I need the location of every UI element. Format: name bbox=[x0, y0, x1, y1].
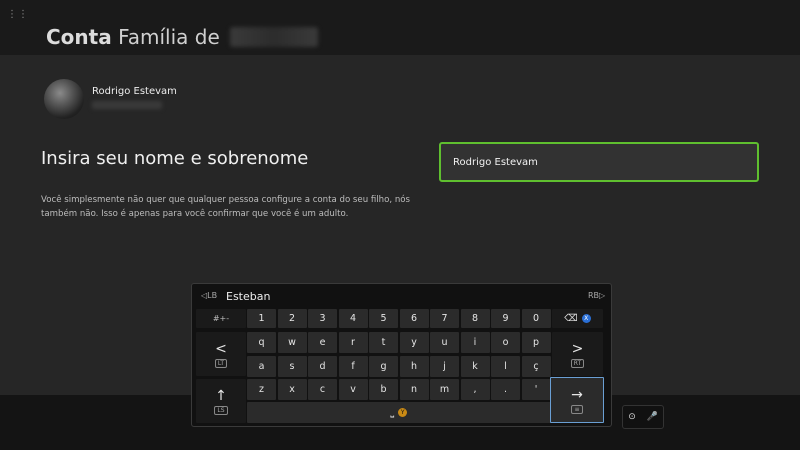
cursor-right-key[interactable]: > RT bbox=[552, 332, 603, 376]
key-w[interactable]: w bbox=[277, 332, 307, 353]
key-e[interactable]: e bbox=[308, 332, 337, 353]
full-name-input[interactable] bbox=[439, 142, 759, 182]
key-ç[interactable]: ç bbox=[521, 355, 551, 377]
key-8[interactable]: 8 bbox=[460, 309, 490, 328]
key-apostrophe[interactable]: ' bbox=[521, 379, 551, 400]
key-7[interactable]: 7 bbox=[430, 309, 459, 328]
x-button-badge: X bbox=[581, 314, 591, 323]
backspace-icon: ⌫ bbox=[564, 313, 578, 324]
key-c[interactable]: c bbox=[308, 379, 337, 400]
key-s[interactable]: s bbox=[277, 355, 307, 377]
key-4[interactable]: 4 bbox=[338, 309, 368, 328]
rb-bumper-icon: RB▷ bbox=[588, 291, 606, 300]
redacted-name bbox=[230, 27, 319, 47]
microphone-icon[interactable]: 🎤 bbox=[646, 412, 657, 422]
key-r[interactable]: r bbox=[338, 332, 368, 353]
arrow-up-icon: ↑ bbox=[215, 387, 227, 404]
cursor-left-key[interactable]: < LT bbox=[196, 332, 246, 376]
key-period[interactable]: . bbox=[491, 379, 520, 400]
chevron-right-icon: > bbox=[571, 340, 584, 357]
grip-dots-icon[interactable]: ⋮⋮ bbox=[7, 10, 28, 26]
key-n[interactable]: n bbox=[399, 379, 429, 400]
symbols-key[interactable]: #+- bbox=[196, 309, 246, 328]
key-x[interactable]: x bbox=[277, 379, 307, 400]
ls-stick-badge: LS bbox=[214, 405, 228, 415]
key-m[interactable]: m bbox=[430, 379, 459, 400]
key-b[interactable]: b bbox=[369, 379, 398, 400]
title-rest: Família de bbox=[118, 25, 220, 49]
key-3[interactable]: 3 bbox=[308, 309, 337, 328]
key-u[interactable]: u bbox=[430, 332, 459, 353]
key-z[interactable]: z bbox=[247, 379, 276, 400]
form-description: Você simplesmente não quer que qualquer … bbox=[41, 195, 411, 219]
user-name: Rodrigo Estevam bbox=[92, 86, 177, 97]
key-k[interactable]: k bbox=[460, 355, 490, 377]
enter-key[interactable]: → ≡ bbox=[550, 377, 604, 423]
key-l[interactable]: l bbox=[491, 355, 520, 377]
key-p[interactable]: p bbox=[521, 332, 551, 353]
form-heading: Insira seu nome e sobrenome bbox=[41, 148, 309, 169]
key-h[interactable]: h bbox=[399, 355, 429, 377]
key-0[interactable]: 0 bbox=[521, 309, 551, 328]
avatar bbox=[44, 79, 84, 119]
top-bar: ⋮⋮ Conta Família de bbox=[0, 0, 800, 55]
key-o[interactable]: o bbox=[491, 332, 520, 353]
menu-button-badge: ≡ bbox=[571, 404, 583, 414]
y-button-badge: Y bbox=[398, 408, 408, 417]
shift-key[interactable]: ↑ LS bbox=[196, 379, 246, 423]
key-comma[interactable]: , bbox=[460, 379, 490, 400]
key-d[interactable]: d bbox=[308, 355, 337, 377]
key-2[interactable]: 2 bbox=[277, 309, 307, 328]
title-strong: Conta bbox=[46, 25, 112, 49]
key-1[interactable]: 1 bbox=[247, 309, 276, 328]
aux-controls: ⊙ 🎤 bbox=[622, 405, 664, 429]
view-button-icon[interactable]: ⊙ bbox=[628, 412, 636, 422]
key-f[interactable]: f bbox=[338, 355, 368, 377]
suggestion-bar: ◁LB Esteban RB▷ bbox=[192, 284, 611, 308]
key-g[interactable]: g bbox=[369, 355, 398, 377]
key-a[interactable]: a bbox=[247, 355, 276, 377]
rt-trigger-badge: RT bbox=[570, 358, 585, 368]
space-bar[interactable]: ⎵ Y bbox=[247, 402, 551, 423]
key-j[interactable]: j bbox=[430, 355, 459, 377]
key-9[interactable]: 9 bbox=[491, 309, 520, 328]
redacted-email bbox=[92, 101, 162, 109]
lb-bumper-icon: ◁LB bbox=[201, 291, 218, 300]
key-q[interactable]: q bbox=[247, 332, 276, 353]
lt-trigger-badge: LT bbox=[214, 358, 228, 368]
suggestion-word[interactable]: Esteban bbox=[226, 290, 270, 303]
key-v[interactable]: v bbox=[338, 379, 368, 400]
space-icon: ⎵ bbox=[390, 407, 395, 418]
key-6[interactable]: 6 bbox=[399, 309, 429, 328]
arrow-right-icon: → bbox=[571, 386, 583, 403]
chevron-left-icon: < bbox=[215, 340, 227, 357]
key-t[interactable]: t bbox=[369, 332, 398, 353]
backspace-key[interactable]: ⌫ X bbox=[552, 309, 603, 328]
key-i[interactable]: i bbox=[460, 332, 490, 353]
key-5[interactable]: 5 bbox=[369, 309, 398, 328]
key-y[interactable]: y bbox=[399, 332, 429, 353]
page-title: Conta Família de bbox=[46, 25, 319, 49]
on-screen-keyboard: ◁LB Esteban RB▷ #+- 1 2 3 4 5 6 7 8 9 0 ⌫ Xq w e r t y u i o… bbox=[191, 283, 612, 427]
